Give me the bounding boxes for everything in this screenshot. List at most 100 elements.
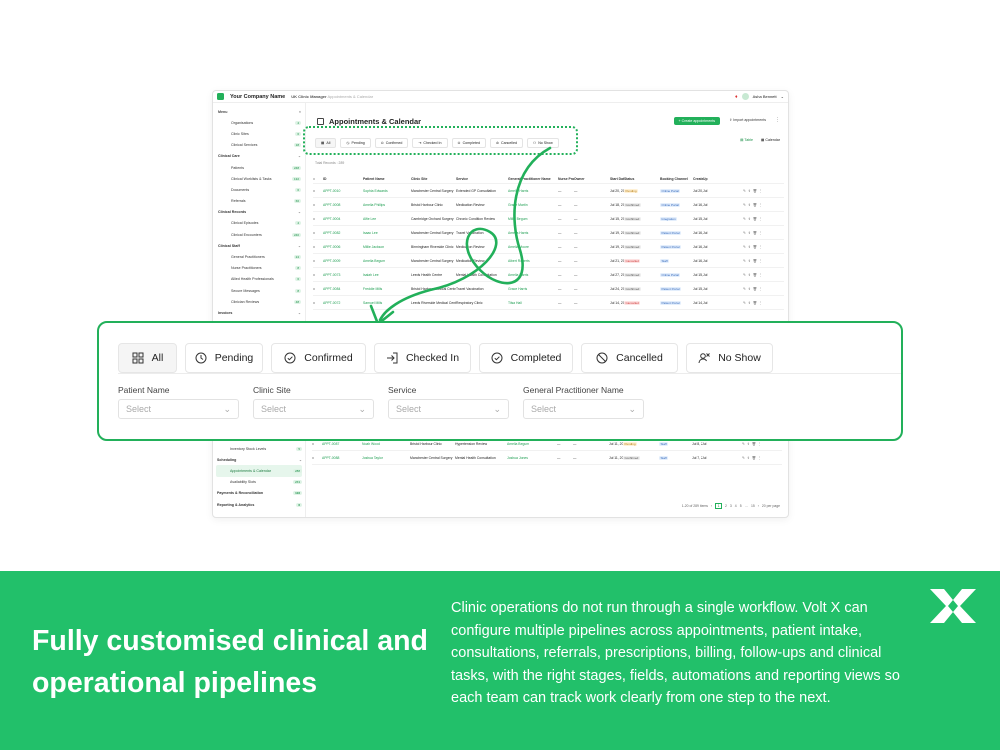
sidebar-item-allied-health-professionals[interactable]: Allied Health Professionals 6 [217, 274, 301, 285]
calendar-view-button[interactable]: ▦ Calendar [761, 138, 780, 142]
more-icon[interactable]: ⋮ [758, 442, 763, 446]
column-header-up[interactable]: Up [703, 177, 743, 181]
more-icon[interactable]: ⋮ [759, 301, 764, 305]
user-name[interactable]: Asha Bennett [753, 94, 777, 99]
column-header-owner[interactable]: Owner [574, 177, 610, 181]
sidebar-item-availability-slots[interactable]: Availability Slots 263 [216, 477, 302, 488]
clinic-site-select[interactable]: Select ⌄ [253, 399, 374, 419]
table-cell[interactable]: Noah Wood [362, 442, 410, 446]
table-view-button[interactable]: ▤ Table [740, 138, 753, 142]
chevron-down-icon[interactable]: ⌄ [298, 154, 301, 158]
more-icon[interactable]: ⋮ [758, 456, 763, 460]
sidebar-item-payments-reconciliation[interactable]: Payments & Reconciliation 116 [216, 488, 302, 499]
row-checkbox[interactable]: □ [312, 456, 322, 460]
patient-name-select[interactable]: Select ⌄ [118, 399, 239, 419]
chevron-down-icon[interactable]: ⌄ [298, 244, 301, 248]
more-icon[interactable]: ⋮ [759, 203, 764, 207]
sidebar-item-invoices[interactable]: Invoices ⌄ [217, 307, 301, 318]
sidebar-item-appointments-calendar[interactable]: Appointments & Calendar 288 [216, 465, 302, 477]
tab-checked-in[interactable]: Checked In [374, 343, 471, 373]
sidebar-item-clinic-sites[interactable]: Clinic Sites 6 [217, 128, 301, 139]
table-cell[interactable]: Joshua Taylor [362, 456, 410, 460]
bell-icon[interactable]: ♦ [735, 94, 738, 100]
column-header-status[interactable]: Status [624, 177, 660, 181]
sidebar-item-reporting-analytics[interactable]: Reporting & Analytics 6 [216, 499, 302, 510]
row-checkbox[interactable]: □ [313, 245, 323, 249]
more-icon[interactable]: ⋮ [759, 287, 764, 291]
select-all-checkbox[interactable]: □ [313, 177, 323, 181]
sidebar-item-patients[interactable]: Patients 248 [217, 162, 301, 173]
table-cell[interactable]: APPT-0073 [323, 273, 363, 277]
sidebar-item-clinical-services[interactable]: Clinical Services 18 [217, 140, 301, 151]
row-checkbox[interactable]: □ [312, 442, 322, 446]
row-checkbox[interactable]: □ [313, 217, 323, 221]
more-icon[interactable]: ⋮ [759, 217, 764, 221]
tab-completed[interactable]: Completed [479, 343, 573, 373]
sidebar-item-general-practitioners[interactable]: General Practitioners 24 [217, 251, 301, 262]
column-header-id[interactable]: ID [323, 177, 363, 181]
sidebar-item-referrals[interactable]: Referrals 66 [217, 196, 301, 207]
column-header-booking-channel[interactable]: Booking Channel [660, 177, 693, 181]
close-icon[interactable]: × [299, 110, 301, 114]
page-number[interactable]: 4 [735, 504, 737, 508]
tab-no-show[interactable]: No Show [686, 343, 773, 373]
more-icon[interactable]: ⋮ [759, 273, 764, 277]
row-checkbox[interactable]: □ [313, 189, 323, 193]
avatar[interactable] [741, 93, 749, 100]
table-cell[interactable]: APPT-0010 [323, 189, 363, 193]
more-icon[interactable]: ⋮ [775, 117, 780, 123]
page-number[interactable]: 2 [725, 504, 727, 508]
sidebar-item-secure-messages[interactable]: Secure Messages 8 [217, 285, 301, 296]
module-name[interactable]: UK Clinic Manager [291, 94, 326, 99]
row-checkbox[interactable]: □ [313, 203, 323, 207]
import-appointments-button[interactable]: ⇪ Import appointments [729, 118, 766, 122]
sidebar-item-clinical-encounters[interactable]: Clinical Encounters 240 [217, 229, 301, 240]
sidebar-item-inventory-stock-levels[interactable]: Inventory Stock Levels 5 [216, 443, 302, 454]
page-number[interactable]: … [745, 504, 748, 508]
table-cell[interactable]: APPT-0006 [323, 245, 363, 249]
more-icon[interactable]: ⋮ [759, 245, 764, 249]
table-cell[interactable]: APPT-0009 [323, 259, 363, 263]
table-cell[interactable]: APPT-0004 [323, 217, 363, 221]
table-cell[interactable]: APPT-0072 [323, 301, 363, 305]
table-cell[interactable]: APPT-0008 [323, 203, 363, 207]
sidebar-item-clinical-episodes[interactable]: Clinical Episodes 4 [217, 218, 301, 229]
table-cell[interactable]: APPT-0082 [323, 231, 363, 235]
tab-cancelled[interactable]: Cancelled [581, 343, 678, 373]
page-number[interactable]: 5 [740, 504, 742, 508]
chevron-down-icon[interactable]: ⌄ [298, 210, 301, 214]
sidebar-item-clinician-reviews[interactable]: Clinician Reviews 48 [217, 296, 301, 307]
table-cell[interactable]: APPT-0087 [322, 442, 362, 446]
row-checkbox[interactable]: □ [313, 287, 323, 291]
chevron-down-icon[interactable]: ⌄ [781, 94, 784, 99]
more-icon[interactable]: ⋮ [759, 259, 764, 263]
service-select[interactable]: Select ⌄ [388, 399, 509, 419]
tab-confirmed[interactable]: Confirmed [271, 343, 366, 373]
page-number[interactable]: 1 [715, 503, 723, 509]
general-practitioner-name-select[interactable]: Select ⌄ [523, 399, 644, 419]
page-number[interactable]: 3 [730, 504, 732, 508]
row-checkbox[interactable]: □ [313, 231, 323, 235]
table-cell[interactable]: APPT-0084 [323, 287, 363, 291]
more-icon[interactable]: ⋮ [759, 189, 764, 193]
sidebar-item-clinical-care[interactable]: Clinical Care ⌄ [217, 151, 301, 162]
row-checkbox[interactable]: □ [313, 273, 323, 277]
chevron-right-icon[interactable]: › [758, 504, 759, 508]
table-cell[interactable]: APPT-0088 [322, 456, 362, 460]
chevron-down-icon[interactable]: ⌄ [299, 458, 302, 462]
more-icon[interactable]: ⋮ [759, 231, 764, 235]
column-header-nurse-practitioner-name[interactable]: Nurse Practitioner Name [558, 177, 574, 181]
chevron-left-icon[interactable]: ‹ [711, 504, 712, 508]
sidebar-item-scheduling[interactable]: Scheduling ⌄ [216, 454, 302, 465]
sidebar-item-nurse-practitioners[interactable]: Nurse Practitioners 8 [217, 263, 301, 274]
create-appointment-button[interactable]: + Create appointments [673, 117, 720, 125]
sidebar-item-clinical-records[interactable]: Clinical Records ⌄ [217, 207, 301, 218]
tab-all[interactable]: All [118, 343, 177, 373]
column-header-start-date-time[interactable]: Start Date/time [610, 177, 624, 181]
sidebar-item-documents[interactable]: Documents 6 [217, 184, 301, 195]
per-page-select[interactable]: 20 per page [762, 504, 780, 508]
sidebar-item-clinical-worklists-tasks[interactable]: Clinical Worklists & Tasks 132 [217, 173, 301, 184]
sidebar-item-organisations[interactable]: Organisations 4 [217, 117, 301, 128]
tab-pending[interactable]: Pending [185, 343, 263, 373]
row-checkbox[interactable]: □ [313, 301, 323, 305]
